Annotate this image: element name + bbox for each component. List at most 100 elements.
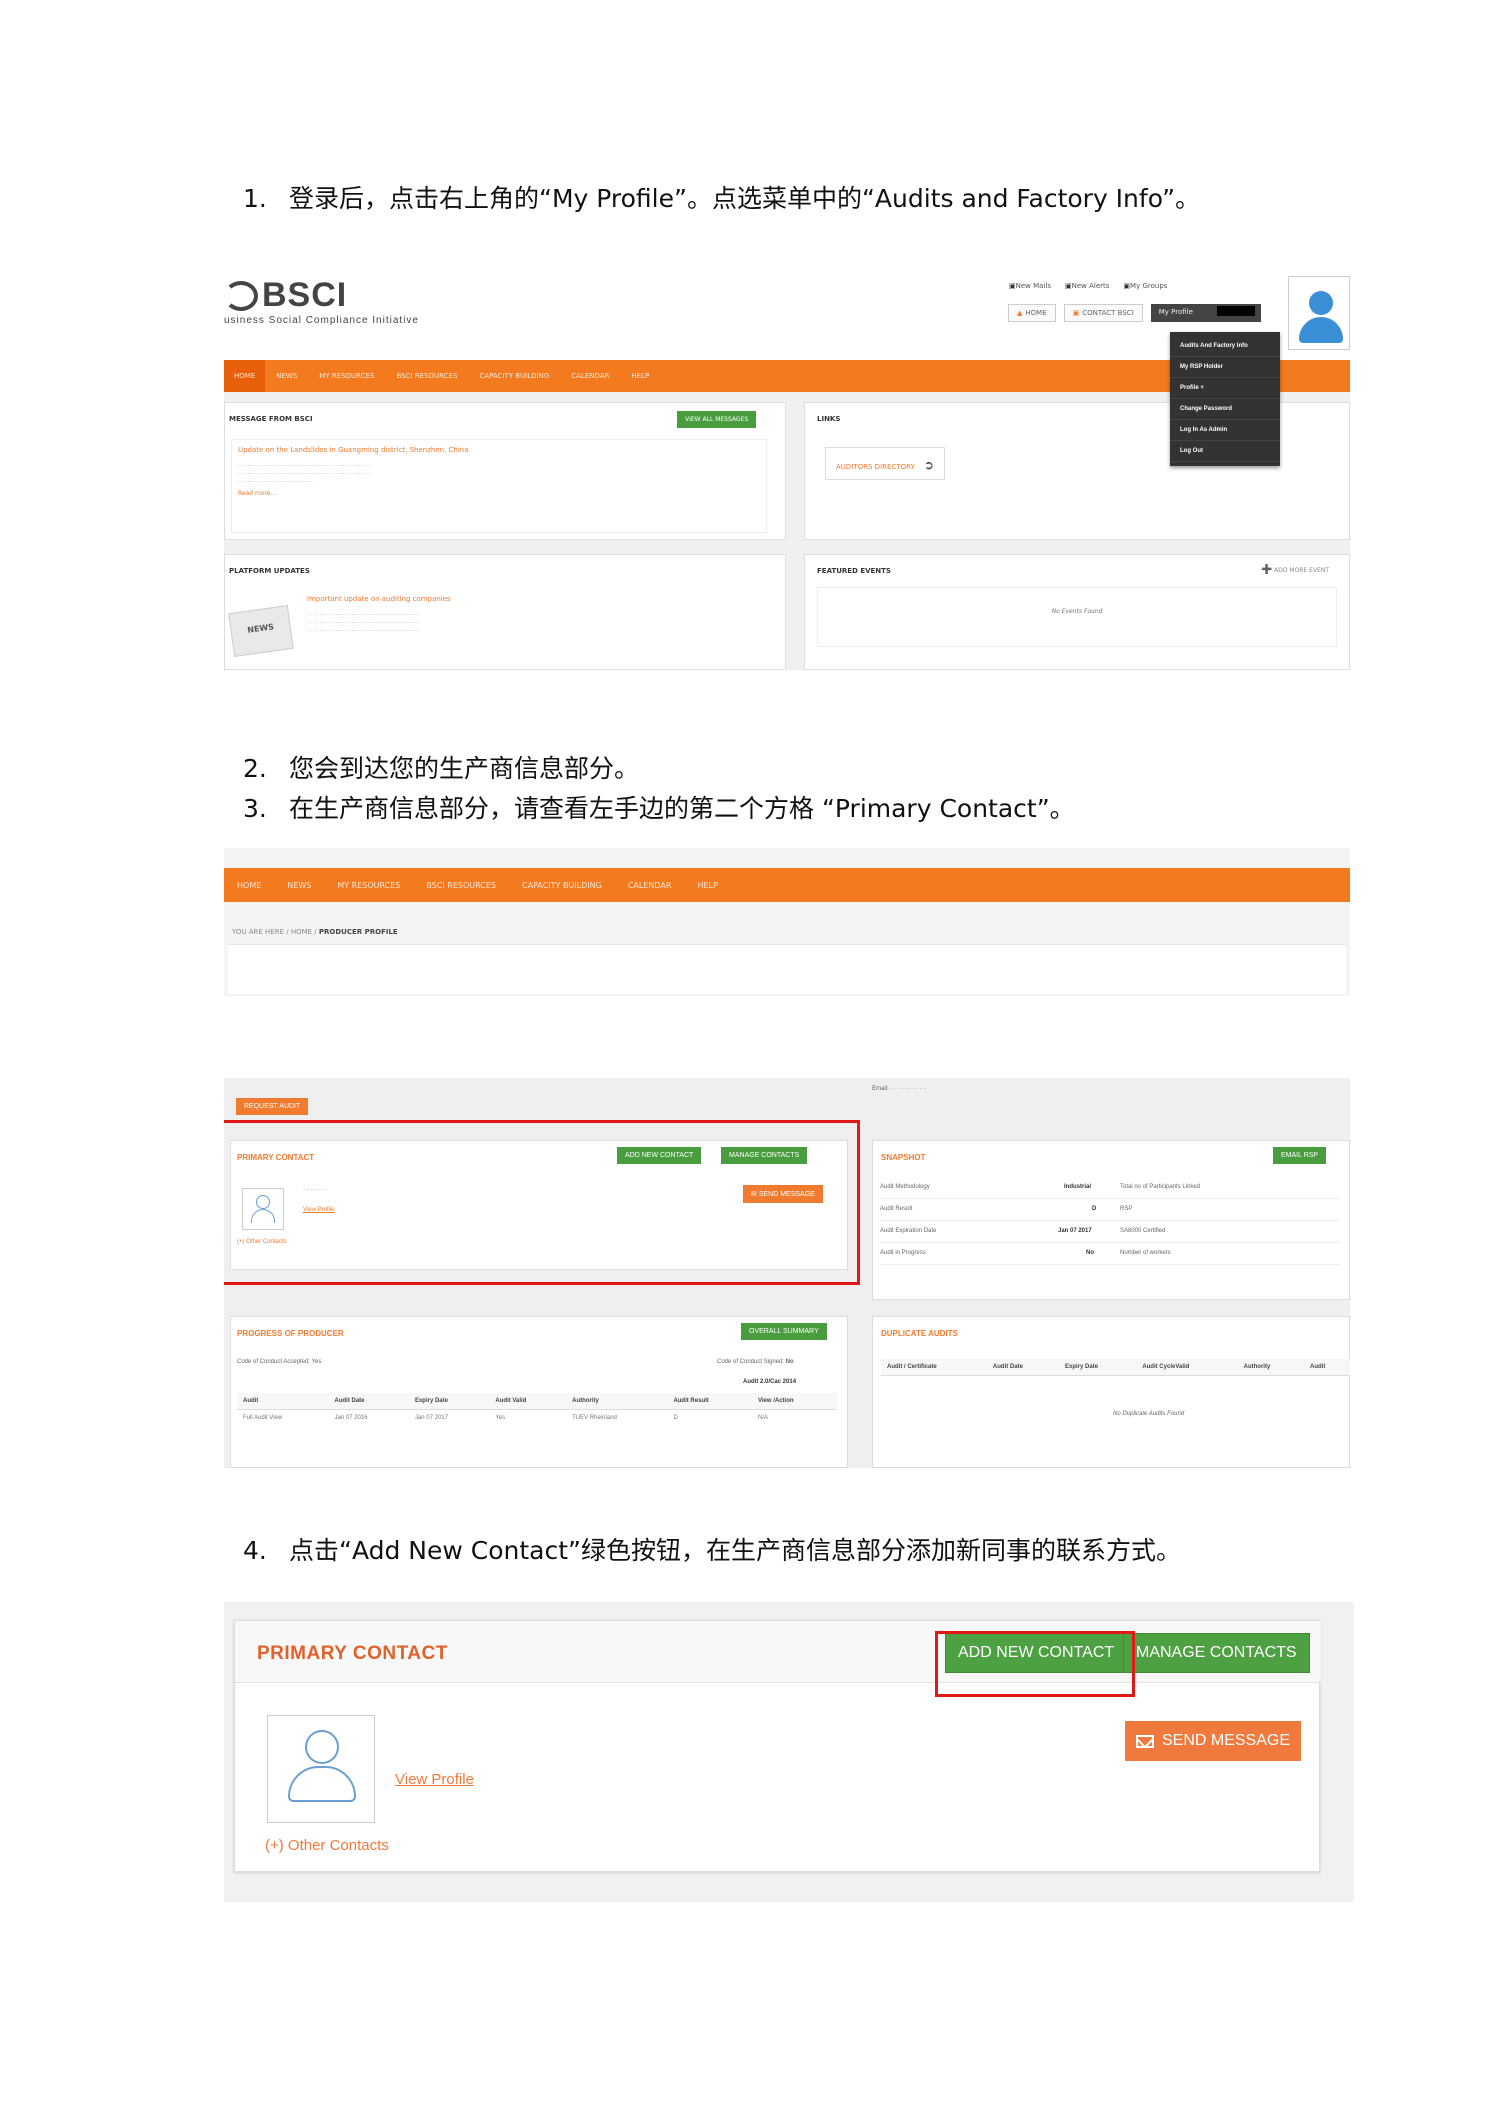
card-header: PRIMARY CONTACT ADD NEW CONTACT MANAGE C…: [235, 1621, 1321, 1683]
message-body: · · · · · · · · · · · · · · · · · · · · …: [238, 463, 370, 485]
bsci-logo: BSCI: [224, 276, 347, 315]
other-contacts-link[interactable]: (+) Other Contacts: [265, 1837, 389, 1854]
menu-item-profile[interactable]: Profile +: [1170, 378, 1280, 399]
logo-subtitle: usiness Social Compliance Initiative: [224, 315, 419, 326]
auditors-directory-link[interactable]: AUDITORS DIRECTORY ➲: [825, 447, 945, 480]
request-audit-button[interactable]: REQUEST AUDIT: [236, 1098, 309, 1115]
step-text: 点击“Add New Contact”绿色按钮，在生产商信息部分添加新同事的联系…: [289, 1536, 1181, 1565]
step-2: 2. 您会到达您的生产商信息部分。: [243, 750, 639, 788]
view-all-messages-button[interactable]: VIEW ALL MESSAGES: [677, 411, 757, 428]
panel-title: SNAPSHOT: [881, 1153, 926, 1162]
table-row: Full Audit View Jan 07 2016 Jan 07 2017 Yes…: [243, 1415, 768, 1421]
nav-calendar[interactable]: CALENDAR: [560, 372, 620, 380]
plus-circle-icon: ➕: [1261, 565, 1273, 575]
new-mails-link[interactable]: New Mails: [1009, 282, 1051, 290]
nav-help[interactable]: HELP: [620, 372, 660, 380]
step-1: 1. 登录后，点击右上角的“My Profile”。点选菜单中的“Audits …: [243, 180, 1200, 218]
send-message-button[interactable]: SEND MESSAGE: [1125, 1721, 1301, 1761]
step-text: 在生产商信息部分，请查看左手边的第二个方格 “Primary Contact”。: [289, 794, 1075, 823]
progress-panel: PROGRESS OF PRODUCER OVERALL SUMMARY Cod…: [230, 1316, 848, 1468]
manage-contacts-button[interactable]: MANAGE CONTACTS: [1123, 1633, 1310, 1673]
platform-updates-panel: PLATFORM UPDATES NEWS Important update o…: [224, 554, 786, 670]
screenshot-producer-profile-header: HOME NEWS MY RESOURCES BSCI RESOURCES CA…: [224, 848, 1350, 996]
duplicate-audits-panel: DUPLICATE AUDITS Audit / Certificate Audi…: [872, 1316, 1350, 1468]
my-profile-button[interactable]: My Profile: [1150, 304, 1261, 322]
duplicate-table: Audit / Certificate Audit Date Expiry Date…: [881, 1359, 1350, 1376]
profile-dropdown-menu: Audits And Factory Info My RSP Holder Pr…: [1170, 332, 1280, 466]
nav-calendar[interactable]: CALENDAR: [615, 881, 685, 890]
step-number: 1.: [243, 184, 267, 213]
coc-signed-text: Code of Conduct Signed: No: [717, 1359, 794, 1365]
highlight-box: [935, 1631, 1135, 1697]
no-duplicates-text: No Duplicate Audits Found: [1113, 1411, 1185, 1417]
nav-bsci-resources[interactable]: BSCI RESOURCES: [385, 372, 468, 380]
nav-home[interactable]: HOME: [224, 881, 274, 890]
screenshot-login-profile: BSCI usiness Social Compliance Initiativ…: [224, 270, 1350, 670]
no-events-text: No Events Found: [817, 587, 1337, 647]
step-number: 3.: [243, 794, 267, 823]
panel-title: LINKS: [817, 415, 841, 423]
primary-contact-card: PRIMARY CONTACT ADD NEW CONTACT MANAGE C…: [234, 1620, 1321, 1872]
main-nav: HOME NEWS MY RESOURCES BSCI RESOURCES CA…: [224, 868, 1350, 902]
nav-news[interactable]: NEWS: [274, 881, 324, 890]
step-text: 登录后，点击右上角的“My Profile”。点选菜单中的“Audits and…: [289, 184, 1201, 213]
panel-title: PLATFORM UPDATES: [229, 567, 310, 575]
arrow-circle-icon: ➲: [923, 458, 934, 472]
nav-home[interactable]: HOME: [224, 360, 266, 392]
featured-events-panel: FEATURED EVENTS ➕ ADD MORE EVENT No Even…: [804, 554, 1350, 670]
redaction-bar: [1216, 306, 1255, 316]
message-panel: MESSAGE FROM BSCI VIEW ALL MESSAGES Upda…: [224, 402, 786, 540]
snapshot-row: Audit Methodology Industrial Total no of P…: [880, 1178, 1340, 1199]
panel-title: MESSAGE FROM BSCI: [229, 415, 313, 423]
nav-help[interactable]: HELP: [684, 881, 730, 890]
step-number: 2.: [243, 754, 267, 783]
top-links: New Mails New Alerts My Groups: [1009, 282, 1168, 290]
nav-capacity-building[interactable]: CAPACITY BUILDING: [468, 372, 560, 380]
contact-bsci-button[interactable]: ▣ CONTACT BSCI: [1063, 304, 1143, 322]
menu-item-logout[interactable]: Log Out: [1170, 441, 1280, 462]
update-headline-link[interactable]: Important update on auditing companies: [307, 595, 451, 603]
contact-avatar: [267, 1715, 375, 1823]
screenshot-primary-contact-zoom: PRIMARY CONTACT ADD NEW CONTACT MANAGE C…: [224, 1602, 1354, 1902]
menu-item-login-admin[interactable]: Log In As Admin: [1170, 420, 1280, 441]
menu-item-audits-factory-info[interactable]: Audits And Factory Info: [1170, 336, 1280, 357]
view-profile-link[interactable]: View Profile: [395, 1771, 474, 1788]
new-alerts-link[interactable]: New Alerts: [1065, 282, 1110, 290]
add-event-button[interactable]: ➕ ADD MORE EVENT: [1261, 565, 1329, 575]
avatar[interactable]: [1288, 276, 1350, 350]
read-more-link[interactable]: Read more...: [238, 490, 760, 497]
mail-icon: [1135, 1734, 1154, 1748]
screenshot-producer-profile-body: Email: · · · · · · · · · · REQUEST AUDIT…: [224, 1078, 1350, 1468]
home-icon: ▲: [1017, 309, 1023, 317]
email-rsp-button[interactable]: EMAIL RSP: [1273, 1147, 1327, 1164]
panel-title: FEATURED EVENTS: [817, 567, 891, 575]
step-3: 3. 在生产商信息部分，请查看左手边的第二个方格 “Primary Contac…: [243, 790, 1075, 828]
snapshot-row: Audit in Progress No Number of workers: [880, 1244, 1340, 1265]
message-headline-link[interactable]: Update on the Landslides in Guangming di…: [238, 446, 760, 454]
nav-capacity-building[interactable]: CAPACITY BUILDING: [509, 881, 615, 890]
progress-table: Audit Audit Date Expiry Date Audit Valid Aut…: [237, 1393, 837, 1426]
breadcrumb: YOU ARE HERE / HOME / PRODUCER PROFILE: [232, 928, 398, 936]
audit-version-text: Audit 2.0/Cac 2014: [743, 1379, 797, 1385]
home-button[interactable]: ▲ HOME: [1008, 304, 1056, 322]
my-groups-link[interactable]: My Groups: [1123, 282, 1167, 290]
nav-bsci-resources[interactable]: BSCI RESOURCES: [413, 881, 509, 890]
step-number: 4.: [243, 1536, 267, 1565]
nav-my-resources[interactable]: MY RESOURCES: [324, 881, 413, 890]
step-text: 您会到达您的生产商信息部分。: [289, 754, 640, 783]
panel-title: PROGRESS OF PRODUCER: [237, 1329, 344, 1338]
panel-title: DUPLICATE AUDITS: [881, 1329, 958, 1338]
newspaper-icon: NEWS: [228, 605, 294, 657]
email-line: Email: · · · · · · · · · ·: [872, 1086, 926, 1092]
overall-summary-button[interactable]: OVERALL SUMMARY: [741, 1323, 827, 1340]
menu-item-change-password[interactable]: Change Password: [1170, 399, 1280, 420]
coc-accepted-text: Code of Conduct Accepted: Yes: [237, 1359, 322, 1365]
snapshot-row: Audit Expiration Date Jan 07 2017 SA8000 C…: [880, 1222, 1340, 1243]
step-4: 4. 点击“Add New Contact”绿色按钮，在生产商信息部分添加新同事…: [243, 1532, 1181, 1570]
menu-item-rsp-holder[interactable]: My RSP Holder: [1170, 357, 1280, 378]
nav-news[interactable]: NEWS: [265, 372, 308, 380]
highlight-box: [224, 1120, 860, 1285]
contact-icon: ▣: [1072, 309, 1080, 317]
nav-my-resources[interactable]: MY RESOURCES: [308, 372, 385, 380]
update-body: · · · · · · · · · · · · · · · · · · · · …: [307, 612, 420, 634]
